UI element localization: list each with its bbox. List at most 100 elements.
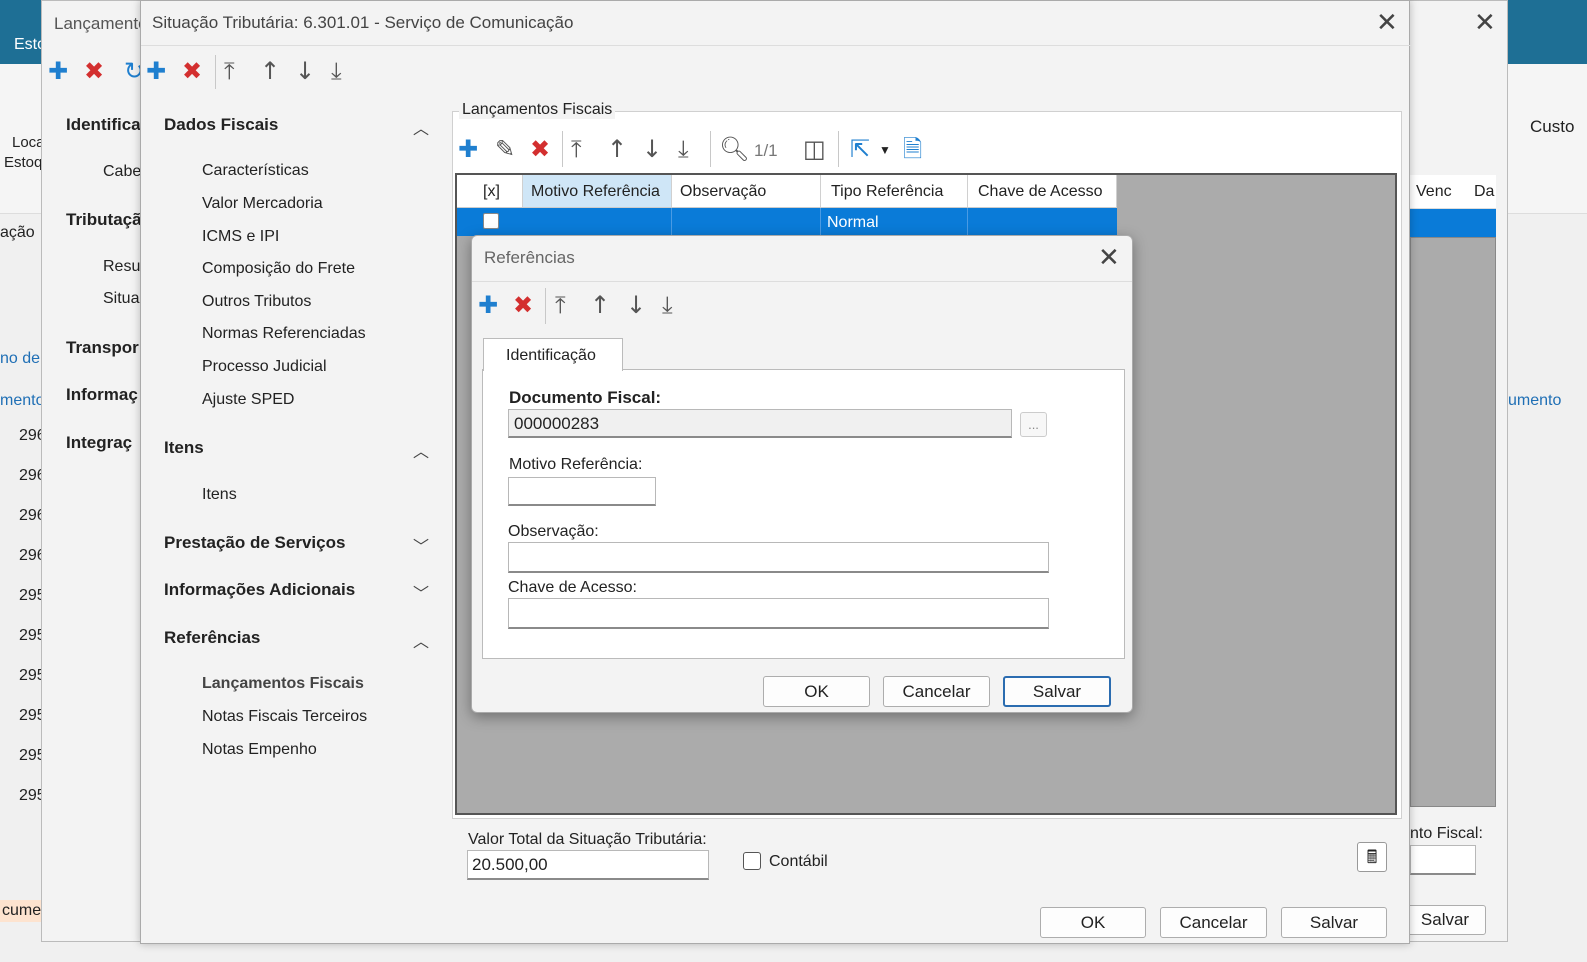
chevron-up-icon[interactable]: ︿: [413, 438, 429, 462]
nav-item-composicao-frete[interactable]: Composição do Frete: [202, 260, 355, 278]
nav-item-outros-tributos[interactable]: Outros Tributos: [202, 293, 311, 311]
nav-item-caracteristicas[interactable]: Características: [202, 162, 309, 180]
nav-item-ajuste-sped[interactable]: Ajuste SPED: [202, 391, 294, 409]
calculator-icon[interactable]: 🖩: [1357, 842, 1387, 872]
toolbar-separator: [710, 131, 711, 167]
table-row[interactable]: Normal: [457, 208, 1117, 236]
move-top-icon[interactable]: ⤒: [571, 137, 582, 161]
row-checkbox[interactable]: [483, 213, 499, 229]
section-referencias[interactable]: Referências: [164, 628, 260, 648]
nav-item-lancamentos-fiscais[interactable]: Lançamentos Fiscais: [202, 675, 364, 693]
ok-button[interactable]: OK: [763, 676, 870, 707]
column-header-observacao[interactable]: Observação: [672, 175, 821, 207]
column-header-check[interactable]: [x]: [457, 175, 523, 207]
section-itens[interactable]: Itens: [164, 438, 204, 458]
nav-item-normas[interactable]: Normas Referenciadas: [202, 325, 366, 343]
bg-estoq[interactable]: Estoq: [4, 154, 42, 171]
bg-umento: umento: [1508, 392, 1562, 409]
section-informacoes-adicionais[interactable]: Informações Adicionais: [164, 580, 355, 600]
column-header-venc[interactable]: Venc: [1416, 183, 1452, 201]
window-salvar-button[interactable]: Salvar: [1404, 905, 1486, 935]
chevron-down-icon[interactable]: ﹀: [413, 533, 429, 557]
move-down-icon[interactable]: ↓: [642, 137, 662, 161]
nav-transporte[interactable]: Transpor: [66, 338, 139, 358]
edit-icon[interactable]: ✎: [495, 137, 515, 161]
cell-motivo: [523, 208, 672, 236]
tab-identificacao[interactable]: Identificação: [483, 338, 623, 371]
column-header-tipo[interactable]: Tipo Referência: [821, 175, 968, 207]
delete-icon[interactable]: ✖: [182, 59, 202, 83]
fiscal-input[interactable]: [1410, 845, 1476, 875]
nav-cabecalho[interactable]: Cabe: [103, 163, 141, 181]
section-dados-fiscais[interactable]: Dados Fiscais: [164, 115, 278, 135]
move-top-icon[interactable]: ⤒: [555, 293, 566, 317]
bg-custo[interactable]: Custo: [1530, 117, 1574, 137]
nav-item-valor-mercadoria[interactable]: Valor Mercadoria: [202, 195, 323, 213]
contabil-label[interactable]: Contábil: [769, 853, 828, 871]
move-up-icon[interactable]: ↑: [607, 137, 627, 161]
chevron-down-icon[interactable]: ﹀: [413, 580, 429, 604]
delete-icon[interactable]: ✖: [530, 137, 550, 161]
nav-item-notas-empenho[interactable]: Notas Empenho: [202, 741, 317, 759]
chave-acesso-input[interactable]: [508, 598, 1049, 629]
chevron-up-icon[interactable]: ︿: [413, 628, 429, 652]
save-button[interactable]: Salvar: [1281, 907, 1387, 938]
contabil-checkbox[interactable]: [743, 852, 761, 870]
nav-informacoes[interactable]: Informaç: [66, 385, 138, 405]
bg-loca[interactable]: Loca: [12, 134, 45, 151]
bg-grid-selected-row[interactable]: [1410, 209, 1496, 237]
dropdown-arrow-icon[interactable]: ▼: [879, 143, 891, 157]
delete-icon[interactable]: ✖: [84, 59, 104, 83]
document-icon[interactable]: 🗎: [903, 137, 922, 161]
chevron-up-icon[interactable]: ︿: [413, 115, 429, 139]
nav-item-processo-judicial[interactable]: Processo Judicial: [202, 358, 327, 376]
documento-fiscal-input[interactable]: 000000283: [508, 409, 1012, 438]
cancel-button[interactable]: Cancelar: [1160, 907, 1267, 938]
observacao-label: Observação:: [508, 523, 599, 540]
lookup-button[interactable]: ...: [1020, 412, 1047, 437]
search-icon[interactable]: 🔍︎: [719, 137, 749, 161]
motivo-referencia-input[interactable]: [508, 477, 656, 506]
add-icon[interactable]: ✚: [146, 59, 166, 83]
column-header-da[interactable]: Da: [1474, 183, 1494, 201]
ok-button[interactable]: OK: [1040, 907, 1146, 938]
bg-grid-area: [1410, 237, 1496, 807]
move-up-icon[interactable]: ↑: [260, 59, 280, 83]
cell-tipo: Normal: [821, 208, 968, 236]
nav-item-notas-terceiros[interactable]: Notas Fiscais Terceiros: [202, 708, 367, 726]
close-icon[interactable]: ✕: [1376, 10, 1398, 36]
nav-resumo[interactable]: Resu: [103, 258, 140, 276]
column-header-chave[interactable]: Chave de Acesso: [968, 175, 1117, 207]
move-down-icon[interactable]: ↓: [626, 293, 646, 317]
section-prestacao-servicos[interactable]: Prestação de Serviços: [164, 533, 345, 553]
nav-item-icms-ipi[interactable]: ICMS e IPI: [202, 228, 279, 246]
columns-icon[interactable]: ◫: [803, 137, 826, 161]
fiscal-label: nto Fiscal:: [1410, 825, 1483, 842]
bg-no-de[interactable]: no de: [0, 350, 40, 368]
valor-total-input[interactable]: 20.500,00: [467, 850, 709, 880]
nav-item-itens[interactable]: Itens: [202, 486, 237, 504]
add-icon[interactable]: ✚: [458, 137, 478, 161]
move-bottom-icon[interactable]: ⤓: [678, 137, 689, 161]
cell-chave: [968, 208, 1117, 236]
nav-integracao[interactable]: Integraç: [66, 433, 132, 453]
column-header-motivo[interactable]: Motivo Referência: [523, 175, 672, 207]
close-icon[interactable]: ✕: [1098, 245, 1120, 271]
nav-tributacao[interactable]: Tributaçã: [66, 210, 142, 230]
add-icon[interactable]: ✚: [48, 59, 68, 83]
move-up-icon[interactable]: ↑: [590, 293, 610, 317]
export-icon[interactable]: ⇱: [850, 137, 870, 161]
move-bottom-icon[interactable]: ⤓: [331, 59, 342, 83]
add-icon[interactable]: ✚: [478, 293, 498, 317]
close-icon[interactable]: ✕: [1474, 10, 1496, 36]
move-bottom-icon[interactable]: ⤓: [662, 293, 673, 317]
nav-situacao[interactable]: Situa: [103, 290, 139, 308]
observacao-input[interactable]: [508, 542, 1049, 573]
move-top-icon[interactable]: ⤒: [224, 59, 235, 83]
cancel-button[interactable]: Cancelar: [883, 676, 990, 707]
move-down-icon[interactable]: ↓: [295, 59, 315, 83]
delete-icon[interactable]: ✖: [513, 293, 533, 317]
save-button[interactable]: Salvar: [1003, 676, 1111, 707]
motivo-referencia-label: Motivo Referência:: [509, 456, 643, 473]
nav-identificacao[interactable]: Identifica: [66, 115, 141, 135]
